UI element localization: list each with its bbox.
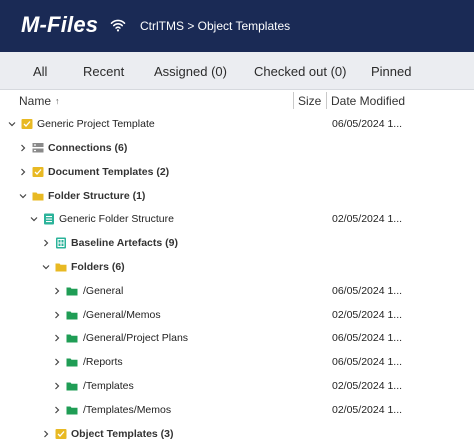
template-icon xyxy=(55,429,67,439)
date-modified: 02/05/2024 1... xyxy=(332,404,403,416)
column-divider[interactable] xyxy=(293,92,294,109)
column-header-size[interactable]: Size xyxy=(298,94,321,108)
tree-item-label: Object Templates (3) xyxy=(71,428,174,440)
folder-icon xyxy=(55,263,67,272)
tree-item-label: Folder Structure (1) xyxy=(48,190,146,202)
tree-item-label: Generic Project Template xyxy=(37,118,155,130)
date-modified: 06/05/2024 1... xyxy=(332,285,403,297)
view-tabs: All Recent Assigned (0) Checked out (0) … xyxy=(0,52,474,90)
tree-row[interactable]: /Templates/Memos 02/05/2024 1... xyxy=(0,400,474,423)
server-icon xyxy=(32,143,44,153)
tree-row[interactable]: /General/Project Plans 06/05/2024 1... xyxy=(0,328,474,351)
tab-pinned[interactable]: Pinned xyxy=(371,64,411,79)
chevron-right-icon[interactable] xyxy=(41,238,51,248)
tree-item-label: /General xyxy=(83,285,124,297)
template-icon xyxy=(32,167,44,177)
date-modified: 02/05/2024 1... xyxy=(332,309,403,321)
chevron-down-icon[interactable] xyxy=(41,262,51,272)
project-template-icon xyxy=(21,119,33,129)
green-folder-icon xyxy=(66,334,78,343)
date-modified: 06/05/2024 1... xyxy=(332,118,403,130)
tree-row[interactable]: /General 06/05/2024 1... xyxy=(0,281,474,304)
artefact-icon xyxy=(56,237,66,249)
chevron-right-icon[interactable] xyxy=(52,405,62,415)
chevron-right-icon[interactable] xyxy=(18,167,28,177)
tree-row[interactable]: Baseline Artefacts (9) xyxy=(0,233,474,256)
tree-row[interactable]: /Templates 02/05/2024 1... xyxy=(0,376,474,399)
connection-icon xyxy=(110,19,126,32)
tree-row[interactable]: Generic Folder Structure 02/05/2024 1... xyxy=(0,209,474,232)
tree-row[interactable]: Folder Structure (1) xyxy=(0,186,474,209)
green-folder-icon xyxy=(66,311,78,320)
tree-item-label: /Reports xyxy=(83,356,123,368)
tree-item-label: /Templates/Memos xyxy=(83,404,172,416)
column-header-name[interactable]: Name ↑ xyxy=(19,94,60,108)
green-folder-icon xyxy=(66,358,78,367)
chevron-down-icon[interactable] xyxy=(7,119,17,129)
green-folder-icon xyxy=(66,382,78,391)
date-modified: 02/05/2024 1... xyxy=(332,380,403,392)
chevron-down-icon[interactable] xyxy=(29,214,39,224)
m-files-logo[interactable]: M-Files xyxy=(21,12,98,38)
tree-item-label: /General/Project Plans xyxy=(83,332,189,344)
tree-item-label: Generic Folder Structure xyxy=(59,213,174,225)
tree-row[interactable]: Generic Project Template 06/05/2024 1... xyxy=(0,114,474,137)
chevron-right-icon[interactable] xyxy=(52,357,62,367)
tab-recent[interactable]: Recent xyxy=(83,64,124,79)
chevron-right-icon[interactable] xyxy=(41,429,51,439)
tab-checked-out[interactable]: Checked out (0) xyxy=(254,64,347,79)
tree-row[interactable]: Document Templates (2) xyxy=(0,162,474,185)
chevron-right-icon[interactable] xyxy=(52,381,62,391)
chevron-right-icon[interactable] xyxy=(52,286,62,296)
folder-icon xyxy=(32,192,44,201)
tree-item-label: Folders (6) xyxy=(71,261,125,273)
date-modified: 06/05/2024 1... xyxy=(332,332,403,344)
green-folder-icon xyxy=(66,406,78,415)
structure-icon xyxy=(44,213,54,225)
column-divider[interactable] xyxy=(326,92,327,109)
tree-row[interactable]: /Reports 06/05/2024 1... xyxy=(0,352,474,375)
app-header: M-Files CtrlTMS > Object Templates xyxy=(0,0,474,52)
tree-item-label: /Templates xyxy=(83,380,134,392)
chevron-right-icon[interactable] xyxy=(52,310,62,320)
tree-item-label: Document Templates (2) xyxy=(48,166,170,178)
breadcrumb[interactable]: CtrlTMS > Object Templates xyxy=(140,19,290,33)
sort-ascending-icon: ↑ xyxy=(55,96,60,106)
chevron-right-icon[interactable] xyxy=(18,143,28,153)
tree-row[interactable]: Object Templates (3) xyxy=(0,424,474,447)
chevron-right-icon[interactable] xyxy=(52,333,62,343)
tree-row[interactable]: Folders (6) xyxy=(0,257,474,280)
green-folder-icon xyxy=(66,287,78,296)
tree-item-label: Connections (6) xyxy=(48,142,128,154)
tree-row[interactable]: /General/Memos 02/05/2024 1... xyxy=(0,305,474,328)
tree-item-label: Baseline Artefacts (9) xyxy=(71,237,178,249)
tree-item-label: /General/Memos xyxy=(83,309,161,321)
tab-assigned[interactable]: Assigned (0) xyxy=(154,64,227,79)
date-modified: 02/05/2024 1... xyxy=(332,213,403,225)
tree-row[interactable]: Connections (6) xyxy=(0,138,474,161)
date-modified: 06/05/2024 1... xyxy=(332,356,403,368)
column-header-date[interactable]: Date Modified xyxy=(331,94,405,108)
tab-all[interactable]: All xyxy=(33,64,47,79)
chevron-down-icon[interactable] xyxy=(18,191,28,201)
